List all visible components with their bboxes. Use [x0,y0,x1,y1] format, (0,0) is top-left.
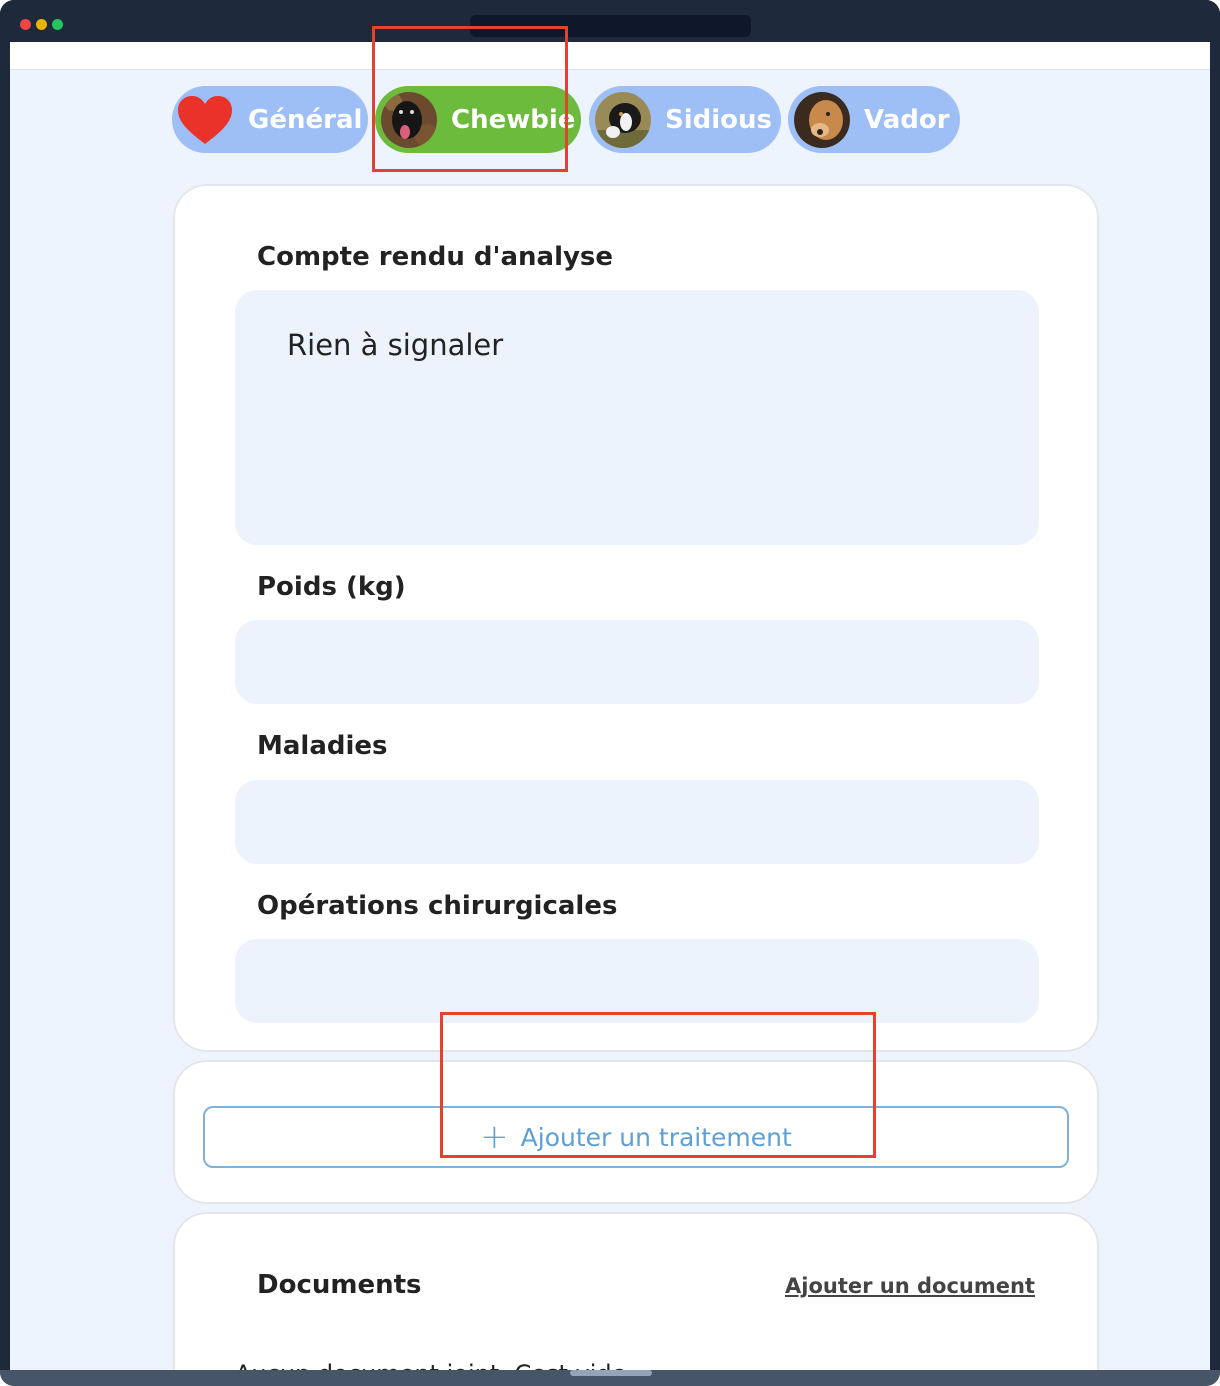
dog-avatar-sidious [595,91,651,148]
tab-sidious[interactable]: Sidious [589,86,781,153]
top-strip [10,42,1210,70]
surgery-input[interactable] [235,939,1039,1023]
dog-avatar-vador [794,91,850,148]
close-window-icon[interactable] [20,19,31,30]
weight-input[interactable] [235,620,1039,704]
plus-icon: + [480,1117,509,1157]
tab-vador[interactable]: Vador [788,86,960,153]
address-bar[interactable] [470,15,751,37]
tab-chewbie[interactable]: Chewbie [375,86,581,153]
analysis-value: Rien à signaler [287,328,504,362]
page-viewport: Général Chewbie Sidious Vador Compte ren… [10,42,1210,1370]
diseases-label: Maladies [257,731,388,761]
documents-title: Documents [257,1270,422,1300]
maximize-window-icon[interactable] [52,19,63,30]
dog-avatar-chewbie [381,91,437,148]
documents-empty-text: Aucun document joint. Cest vide. [235,1360,634,1370]
diseases-input[interactable] [235,780,1039,864]
add-treatment-label: Ajouter un traitement [520,1122,792,1152]
documents-card: Documents Ajouter un document Aucun docu… [173,1212,1099,1370]
tab-vador-label: Vador [864,104,950,135]
add-document-link[interactable]: Ajouter un document [785,1274,1035,1298]
analysis-textarea[interactable]: Rien à signaler [235,290,1039,545]
weight-label: Poids (kg) [257,572,406,602]
analysis-label: Compte rendu d'analyse [257,242,614,272]
minimize-window-icon[interactable] [36,19,47,30]
browser-window: Général Chewbie Sidious Vador Compte ren… [0,0,1220,1386]
heart-icon [178,95,232,144]
tab-sidious-label: Sidious [665,104,773,135]
medical-form-card: Compte rendu d'analyse Rien à signaler P… [173,184,1099,1052]
surgery-label: Opérations chirurgicales [257,891,618,921]
add-treatment-button[interactable]: + Ajouter un traitement [203,1106,1069,1168]
tab-general-label: Général [248,104,363,135]
scrollbar-thumb[interactable] [570,1370,652,1376]
title-bar [0,0,1220,42]
treatment-card: + Ajouter un traitement [173,1060,1099,1204]
tab-general[interactable]: Général [172,86,368,153]
tab-chewbie-label: Chewbie [451,104,576,135]
